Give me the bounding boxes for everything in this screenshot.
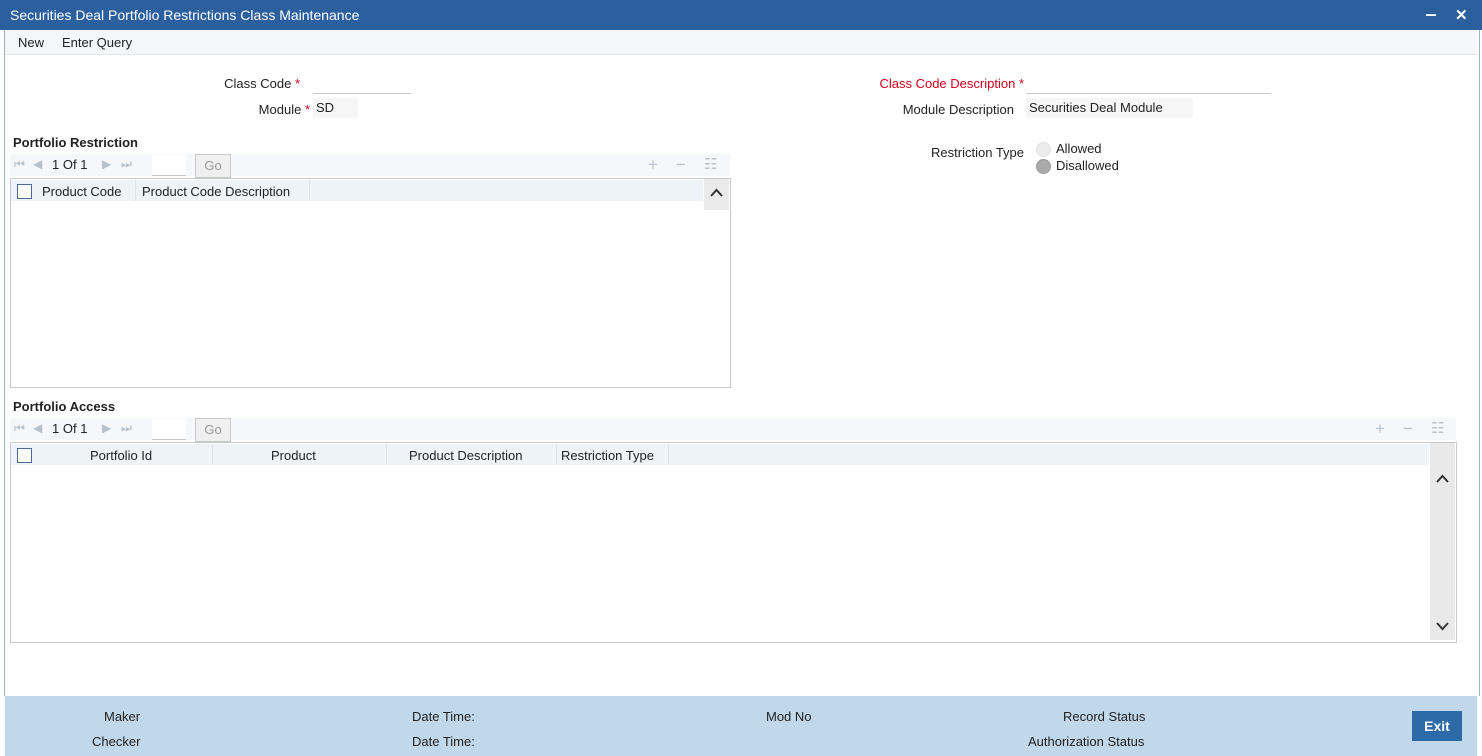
portfolio-access-header: Portfolio Id Product Product Description… xyxy=(11,444,1429,465)
restriction-type-label: Restriction Type xyxy=(931,145,1024,160)
checker-date-time-label: Date Time: xyxy=(412,734,475,749)
portfolio-restriction-pager: ⏮ ◀ 1 Of 1 ▶ ⏭ Go + − ☷ xyxy=(10,154,730,178)
add-row-icon[interactable]: + xyxy=(648,155,658,175)
radio-allowed-label: Allowed xyxy=(1056,141,1102,156)
page-of-label: Of xyxy=(62,157,77,172)
exit-button[interactable]: Exit xyxy=(1412,711,1462,741)
add-row-icon[interactable]: + xyxy=(1375,419,1385,439)
column-header[interactable]: Product Code Description xyxy=(142,184,290,199)
go-button[interactable]: Go xyxy=(195,154,231,178)
portfolio-access-grid: Portfolio Id Product Product Description… xyxy=(10,442,1457,643)
portfolio-restriction-grid: Product Code Product Code Description xyxy=(10,178,731,388)
record-status-label: Record Status xyxy=(1063,709,1146,724)
audit-footer xyxy=(5,696,1477,756)
title-bar: Securities Deal Portfolio Restrictions C… xyxy=(0,0,1482,30)
last-page-icon[interactable]: ⏭ xyxy=(121,157,132,172)
column-header[interactable]: Restriction Type xyxy=(561,448,654,463)
radio-disallowed-label: Disallowed xyxy=(1056,158,1119,173)
minimize-icon[interactable]: ‒ xyxy=(1426,4,1436,25)
column-header[interactable]: Portfolio Id xyxy=(90,448,152,463)
radio-allowed[interactable] xyxy=(1036,142,1051,157)
first-page-icon[interactable]: ⏮ xyxy=(14,157,25,172)
portfolio-restriction-header: Product Code Product Code Description xyxy=(11,180,703,201)
module-description-input[interactable]: Securities Deal Module xyxy=(1026,98,1193,118)
page-current: 1 xyxy=(52,157,60,172)
page-number-input[interactable] xyxy=(152,419,186,440)
menu-bar: New Enter Query xyxy=(5,30,1477,55)
maker-date-time-label: Date Time: xyxy=(412,709,475,724)
class-code-description-input[interactable] xyxy=(1026,73,1271,94)
mod-no-label: Mod No xyxy=(766,709,812,724)
class-code-description-label: Class Code Description * xyxy=(879,76,1024,91)
portfolio-access-title: Portfolio Access xyxy=(13,399,116,414)
select-all-checkbox[interactable] xyxy=(17,184,32,199)
module-description-label: Module Description xyxy=(902,102,1014,117)
scroll-up-button[interactable] xyxy=(704,179,729,210)
module-label: Module * xyxy=(258,102,310,117)
authorization-status-label: Authorization Status xyxy=(1028,734,1145,749)
page-current: 1 xyxy=(52,421,60,436)
page-of-label: Of xyxy=(62,421,77,436)
radio-disallowed[interactable] xyxy=(1036,159,1051,174)
vertical-scrollbar[interactable] xyxy=(1430,443,1455,640)
scroll-down-icon[interactable] xyxy=(1430,613,1455,643)
close-icon[interactable]: ✕ xyxy=(1455,6,1468,24)
scroll-up-icon xyxy=(710,188,723,197)
last-page-icon[interactable]: ⏭ xyxy=(121,421,132,436)
module-input[interactable]: SD xyxy=(313,98,358,118)
window-title: Securities Deal Portfolio Restrictions C… xyxy=(10,7,360,23)
checker-label: Checker xyxy=(92,734,141,749)
page-number-input[interactable] xyxy=(152,155,186,176)
single-view-icon[interactable]: ☷ xyxy=(704,155,717,173)
go-button[interactable]: Go xyxy=(195,418,231,442)
page-total: 1 xyxy=(80,421,88,436)
first-page-icon[interactable]: ⏮ xyxy=(14,421,25,436)
column-header[interactable]: Product xyxy=(271,448,316,463)
portfolio-access-pager: ⏮ ◀ 1 Of 1 ▶ ⏭ Go + − ☷ xyxy=(10,418,1456,442)
scroll-up-icon[interactable] xyxy=(1430,463,1455,493)
delete-row-icon[interactable]: − xyxy=(1403,419,1413,439)
column-header[interactable]: Product Code xyxy=(42,184,122,199)
menu-enter-query[interactable]: Enter Query xyxy=(62,35,132,50)
prev-page-icon[interactable]: ◀ xyxy=(33,421,42,435)
page-total: 1 xyxy=(80,157,88,172)
next-page-icon[interactable]: ▶ xyxy=(102,157,111,171)
menu-new[interactable]: New xyxy=(18,35,44,50)
class-code-input[interactable] xyxy=(313,73,411,94)
delete-row-icon[interactable]: − xyxy=(676,155,686,175)
portfolio-restriction-title: Portfolio Restriction xyxy=(13,135,138,150)
single-view-icon[interactable]: ☷ xyxy=(1431,419,1444,437)
maker-label: Maker xyxy=(104,709,141,724)
column-header[interactable]: Product Description xyxy=(409,448,522,463)
next-page-icon[interactable]: ▶ xyxy=(102,421,111,435)
prev-page-icon[interactable]: ◀ xyxy=(33,157,42,171)
class-code-label: Class Code * xyxy=(224,76,300,91)
select-all-checkbox[interactable] xyxy=(17,448,32,463)
